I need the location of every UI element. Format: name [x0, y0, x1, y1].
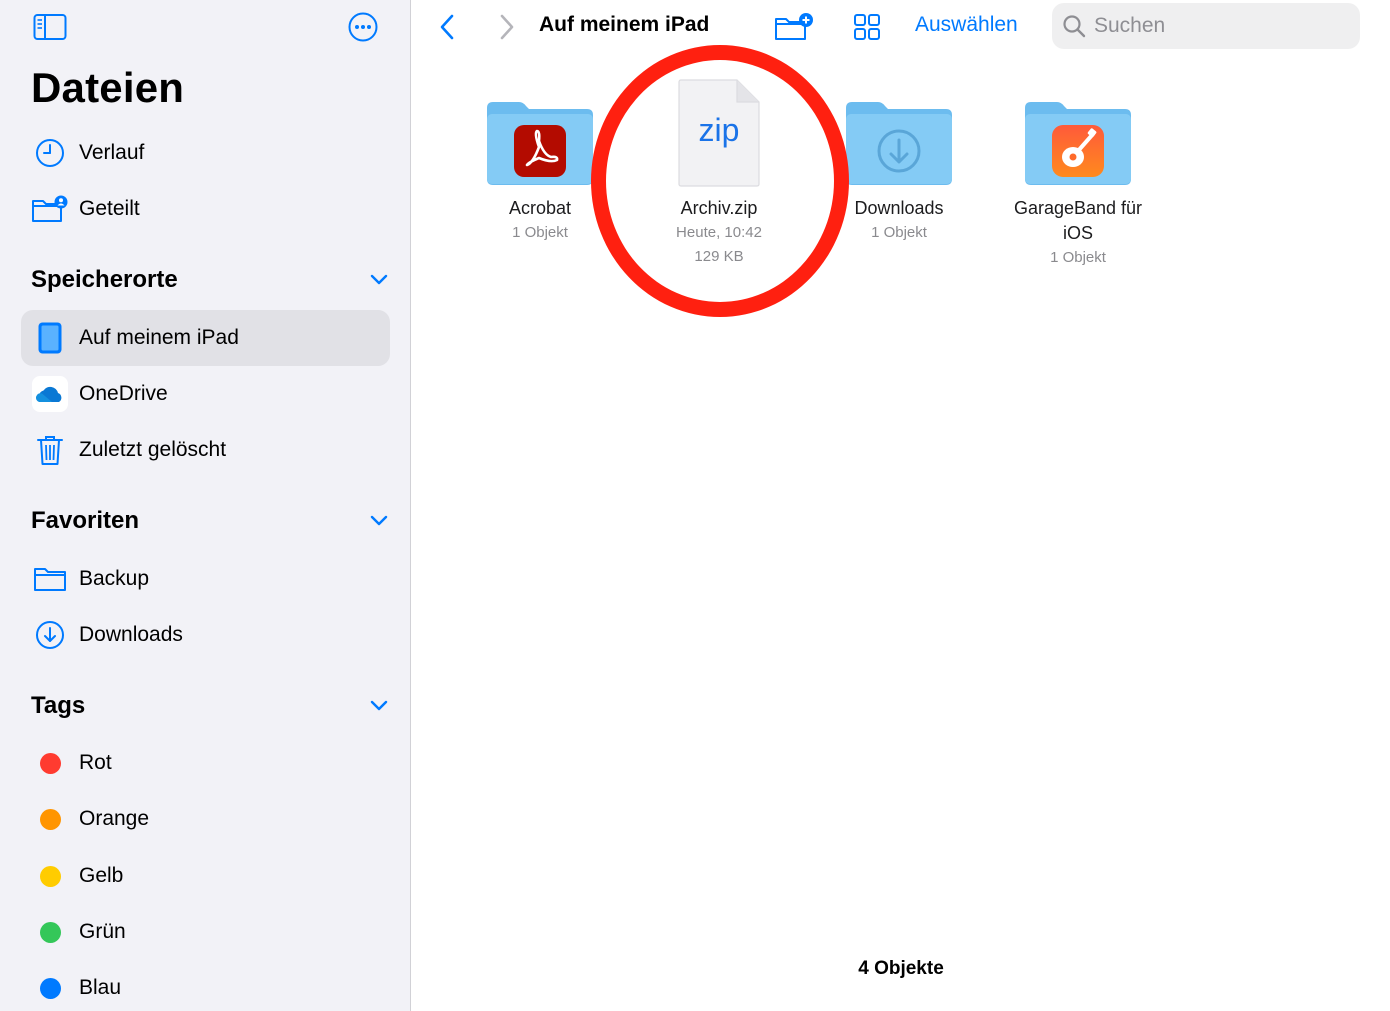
- sidebar-toggle-button[interactable]: [33, 10, 67, 44]
- section-header-favoriten[interactable]: Favoriten: [31, 501, 389, 541]
- tag-color-dot: [39, 865, 61, 887]
- folder-icon: [34, 568, 66, 591]
- tag-color-dot: [39, 977, 61, 999]
- sidebar-item-label: Backup: [79, 567, 150, 590]
- new-folder-button[interactable]: [772, 8, 816, 46]
- grid-icon: [854, 14, 880, 40]
- section-title: Tags: [31, 692, 86, 719]
- sidebar-item-backup[interactable]: Backup: [21, 551, 390, 607]
- sidebar-tag-rot[interactable]: Rot: [21, 735, 390, 791]
- sidebar: Dateien Verlauf Geteilt Speicherorte Auf…: [0, 0, 411, 1011]
- sidebar-item-label: Auf meinem iPad: [79, 326, 239, 349]
- tag-color-dot: [39, 921, 61, 943]
- sidebar-icon: [33, 14, 67, 40]
- chevron-right-icon: [500, 14, 514, 40]
- section-header-speicherorte[interactable]: Speicherorte: [31, 260, 389, 300]
- section-title: Speicherorte: [31, 266, 178, 293]
- sidebar-item-verlauf[interactable]: Verlauf: [21, 125, 390, 181]
- sidebar-tag-blau[interactable]: Blau: [21, 960, 390, 1011]
- chevron-left-icon: [440, 14, 454, 40]
- sidebar-item-auf-meinem-ipad[interactable]: Auf meinem iPad: [21, 310, 390, 366]
- chevron-down-icon: [370, 700, 388, 711]
- file-name: Archiv.zip: [680, 198, 758, 218]
- more-options-button[interactable]: [346, 10, 380, 44]
- sidebar-item-label: Geteilt: [79, 197, 140, 220]
- sidebar-item-label: OneDrive: [79, 382, 168, 405]
- trash-icon: [37, 436, 63, 465]
- ipad-icon: [38, 322, 62, 354]
- download-circle-icon: [36, 621, 64, 649]
- sidebar-tag-orange[interactable]: Orange: [21, 791, 390, 847]
- downloads-folder-icon: [846, 102, 952, 185]
- file-meta: 1 Objekt: [1050, 249, 1106, 266]
- page-title: Auf meinem iPad: [539, 13, 710, 36]
- tag-color-dot: [39, 752, 61, 774]
- file-item-garageband[interactable]: GarageBand für iOS 1 Objekt: [993, 76, 1163, 270]
- file-meta: 1 Objekt: [512, 224, 568, 241]
- sidebar-item-geteilt[interactable]: Geteilt: [21, 181, 390, 237]
- sidebar-item-downloads[interactable]: Downloads: [21, 607, 390, 663]
- file-item-downloads[interactable]: Downloads 1 Objekt: [814, 76, 984, 245]
- file-size: 129 KB: [694, 248, 744, 265]
- file-date: Heute, 10:42: [676, 224, 762, 241]
- sidebar-item-label: Blau: [79, 976, 122, 999]
- search-bar: [1052, 3, 1360, 49]
- sidebar-tag-gelb[interactable]: Gelb: [21, 848, 390, 904]
- sidebar-item-zuletzt-geloescht[interactable]: Zuletzt gelöscht: [21, 422, 390, 478]
- back-button[interactable]: [432, 8, 462, 46]
- sidebar-item-label: Zuletzt gelöscht: [79, 438, 227, 461]
- file-name: Acrobat: [508, 198, 572, 218]
- sidebar-tag-gruen[interactable]: Grün: [21, 904, 390, 960]
- sidebar-item-label: Grün: [79, 920, 126, 943]
- file-name: Downloads: [854, 198, 944, 218]
- garageband-folder-icon: [1025, 102, 1131, 185]
- acrobat-folder-icon: [487, 102, 593, 185]
- section-title: Favoriten: [31, 507, 140, 534]
- file-item-archiv-zip[interactable]: zip Archiv.zip Heute, 10:42 129 KB: [634, 76, 804, 269]
- chevron-down-icon: [370, 274, 388, 285]
- sidebar-item-label: Verlauf: [79, 141, 145, 164]
- section-header-tags[interactable]: Tags: [31, 686, 389, 726]
- select-button[interactable]: Auswählen: [915, 13, 1018, 37]
- sidebar-item-onedrive[interactable]: OneDrive: [21, 366, 390, 422]
- view-grid-button[interactable]: [850, 8, 884, 46]
- clock-icon: [36, 139, 64, 167]
- zip-file-badge: zip: [698, 112, 740, 148]
- tag-color-dot: [39, 808, 61, 830]
- shared-folder-icon: [32, 195, 68, 222]
- sidebar-item-label: Downloads: [79, 623, 183, 646]
- sidebar-item-label: Orange: [79, 807, 150, 830]
- onedrive-icon: [32, 376, 68, 412]
- file-item-acrobat[interactable]: Acrobat 1 Objekt: [455, 76, 625, 245]
- file-name: GarageBand für iOS: [1013, 198, 1143, 243]
- forward-button[interactable]: [492, 8, 522, 46]
- file-meta: 1 Objekt: [871, 224, 927, 241]
- ellipsis-circle-icon: [348, 12, 378, 42]
- app-title: Dateien: [31, 64, 185, 111]
- search-input[interactable]: [1094, 14, 1334, 38]
- chevron-down-icon: [370, 515, 388, 526]
- new-folder-icon: [775, 13, 813, 40]
- search-icon: [1063, 15, 1086, 38]
- item-count: 4 Objekte: [858, 958, 944, 979]
- sidebar-item-label: Gelb: [79, 864, 124, 887]
- sidebar-item-label: Rot: [79, 751, 112, 774]
